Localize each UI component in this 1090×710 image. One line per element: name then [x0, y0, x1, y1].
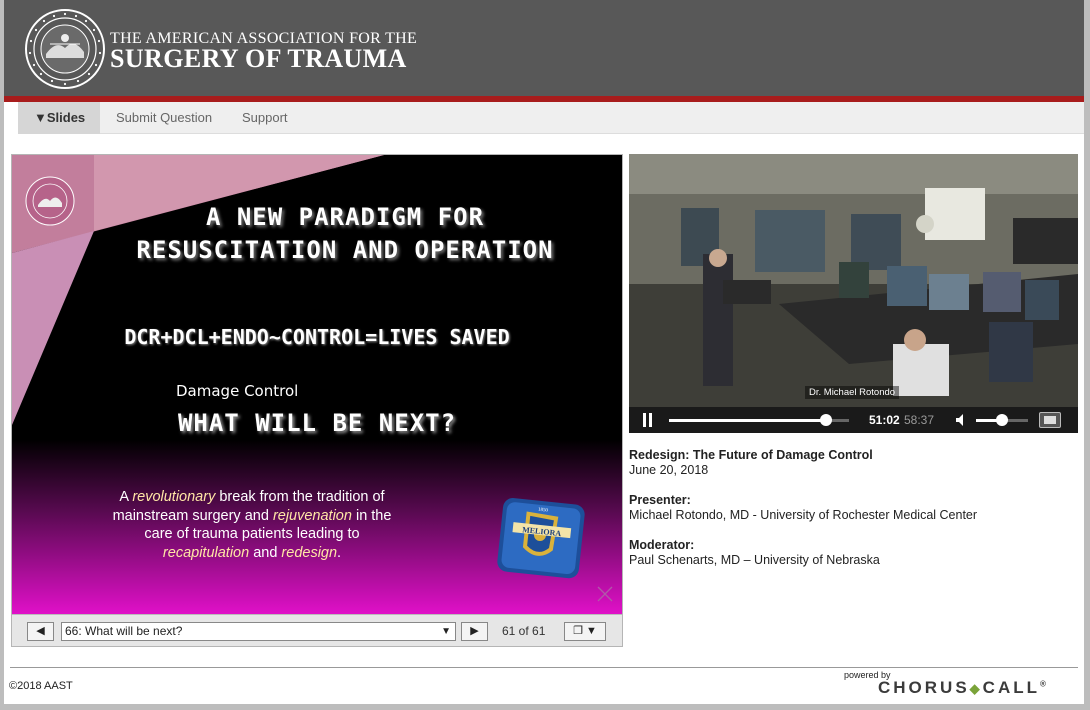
- fullscreen-icon[interactable]: [1039, 412, 1061, 428]
- play-pause-icon[interactable]: [643, 413, 653, 427]
- slide-body-text: A revolutionary break from the tradition…: [112, 489, 392, 561]
- slide-subheading: Damage Control: [176, 382, 299, 400]
- tab-slides[interactable]: ▼Slides: [18, 102, 100, 134]
- video-frame: [629, 154, 1078, 407]
- event-title: Redesign: The Future of Damage Control: [629, 448, 873, 462]
- slide-counter: 61 of 61: [502, 624, 546, 638]
- prev-slide-button[interactable]: ◀: [27, 622, 54, 641]
- moderator-name: Paul Schenarts, MD – University of Nebra…: [629, 553, 880, 567]
- speaker-label: Dr. Michael Rotondo: [805, 386, 900, 399]
- video-player[interactable]: Dr. Michael Rotondo: [629, 154, 1078, 407]
- slide-select-value: 66: What will be next?: [65, 624, 183, 638]
- slide-question: WHAT WILL BE NEXT?: [177, 409, 457, 437]
- event-date: June 20, 2018: [629, 463, 709, 477]
- video-controls: 51:02 58:37: [629, 407, 1078, 433]
- chevron-down-icon: ▼: [441, 626, 451, 637]
- event-info: Redesign: The Future of Damage Control J…: [629, 448, 1078, 568]
- slide-title-line1: A NEW PARADIGM FOR: [205, 203, 485, 231]
- footer-divider: [10, 667, 1078, 668]
- slide-formula: DCR+DCL+ENDO~CONTROL=LIVES SAVED: [124, 325, 510, 349]
- org-name-line2: SURGERY OF TRAUMA: [110, 44, 407, 73]
- volume-slider[interactable]: [976, 414, 1028, 426]
- slide-canvas: A NEW PARADIGM FOR RESUSCITATION AND OPE…: [12, 155, 622, 614]
- university-badge: MELIORA 1850: [497, 498, 585, 579]
- copyright: ©2018 AAST: [9, 680, 73, 692]
- page-frame: THE AMERICAN ASSOCIATION FOR THE SURGERY…: [4, 0, 1084, 704]
- diamond-icon: ◆: [969, 681, 983, 696]
- presenter-label: Presenter:: [629, 493, 691, 507]
- slide-title-line2: RESUSCITATION AND OPERATION: [136, 236, 554, 264]
- aast-seal-icon: [25, 9, 105, 89]
- duration: 58:37: [904, 413, 935, 427]
- seek-progress: [669, 419, 826, 422]
- presenter-name: Michael Rotondo, MD - University of Roch…: [629, 508, 978, 522]
- volume-handle[interactable]: [996, 414, 1008, 426]
- seek-bar[interactable]: [669, 414, 849, 426]
- view-mode-button[interactable]: ❐ ▼: [564, 622, 606, 641]
- tab-support[interactable]: Support: [226, 102, 304, 134]
- site-header: THE AMERICAN ASSOCIATION FOR THE SURGERY…: [4, 0, 1084, 96]
- seek-handle[interactable]: [819, 414, 832, 426]
- volume-icon[interactable]: [955, 413, 969, 427]
- slide-viewer: A NEW PARADIGM FOR RESUSCITATION AND OPE…: [11, 154, 623, 647]
- next-slide-button[interactable]: ▶: [461, 622, 488, 641]
- top-nav: ▼Slides Submit Question Support: [18, 102, 1084, 134]
- moderator-label: Moderator:: [629, 538, 695, 552]
- slide-select[interactable]: 66: What will be next? ▼: [61, 622, 456, 641]
- slide-controls: ◀ 66: What will be next? ▼ ▶ 61 of 61 ❐ ▼: [12, 614, 622, 646]
- tab-submit-question[interactable]: Submit Question: [100, 102, 228, 134]
- current-time: 51:02: [869, 413, 900, 427]
- chorus-call-logo: CHORUS◆CALL®: [878, 678, 1046, 697]
